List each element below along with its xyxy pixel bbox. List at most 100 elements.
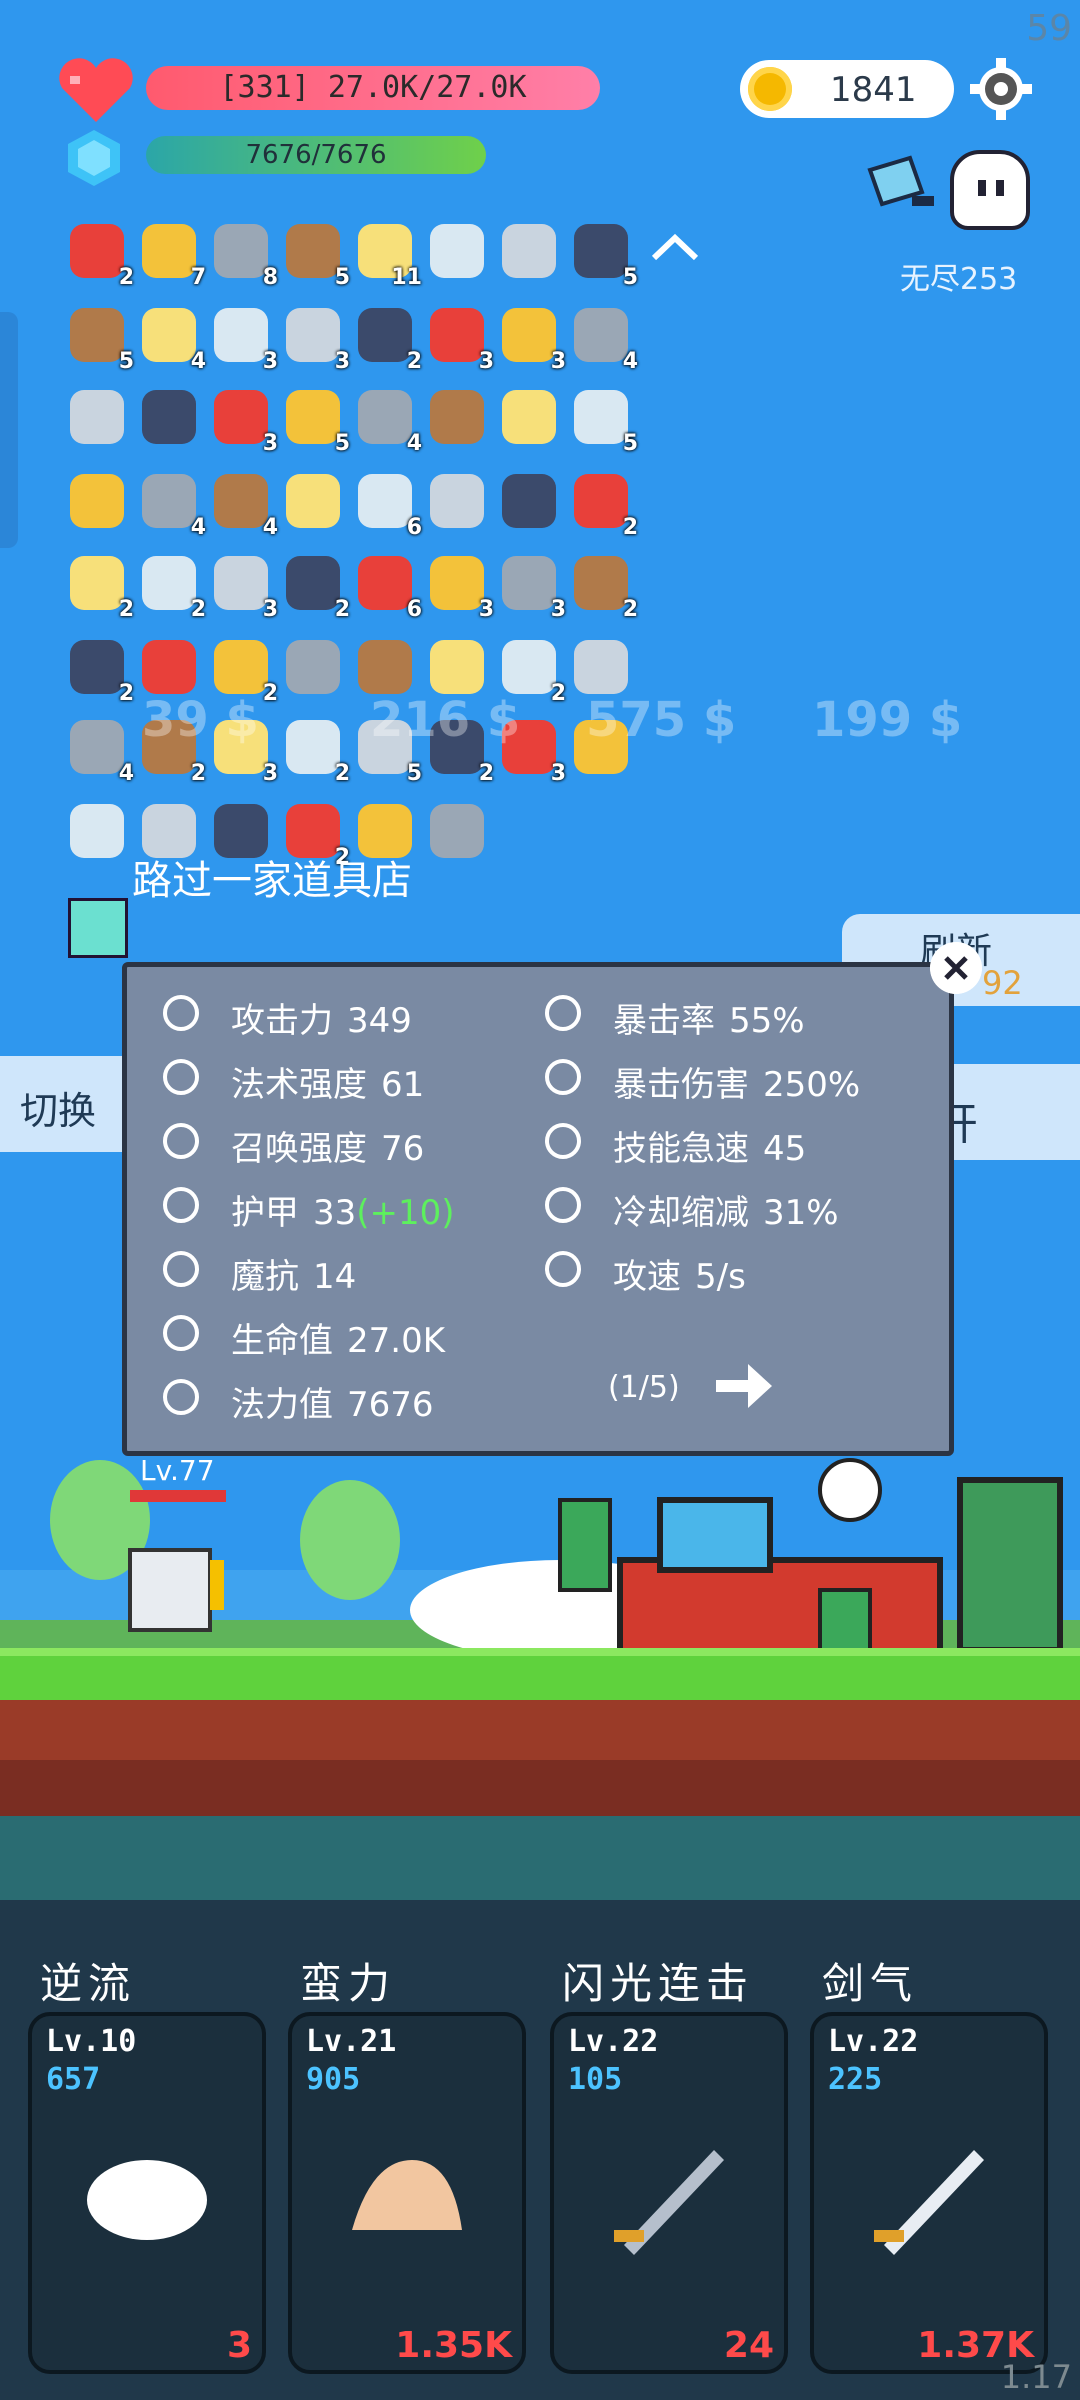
item-count: 3 bbox=[262, 761, 278, 786]
skill-card[interactable]: Lv.22 225 1.37K bbox=[810, 2012, 1048, 2374]
sword-icon[interactable]: 8 bbox=[210, 220, 278, 290]
orbs-icon[interactable]: 2 bbox=[138, 552, 206, 622]
stat-label: 攻击力 bbox=[231, 1001, 333, 1041]
item-sprite bbox=[502, 556, 556, 610]
green-spirit-icon[interactable] bbox=[354, 636, 416, 698]
item-sprite bbox=[574, 390, 628, 444]
item-sprite bbox=[574, 224, 628, 278]
chain-icon[interactable] bbox=[138, 386, 200, 448]
cake-flag-icon[interactable]: 2 bbox=[66, 636, 134, 706]
shield-icon[interactable]: 2 bbox=[354, 304, 422, 374]
item-count: 3 bbox=[478, 597, 494, 622]
flask-icon[interactable]: 2 bbox=[282, 716, 350, 786]
heart-icon[interactable]: 3 bbox=[426, 552, 494, 622]
robe-icon[interactable]: 4 bbox=[210, 470, 278, 540]
chevron-up-icon[interactable] bbox=[650, 232, 700, 262]
skull-book-icon[interactable] bbox=[282, 636, 344, 698]
blue-scroll-icon[interactable] bbox=[426, 386, 488, 448]
bat-icon[interactable] bbox=[138, 636, 200, 698]
crystal-ball-icon[interactable]: 2 bbox=[210, 636, 278, 706]
golden-egg-icon[interactable]: 7 bbox=[138, 220, 206, 290]
item-sprite bbox=[142, 556, 196, 610]
item-sprite bbox=[502, 640, 556, 694]
star-card-icon[interactable]: 11 bbox=[354, 220, 422, 290]
skill-count: 1.35K bbox=[395, 2325, 512, 2366]
dice-icon[interactable]: 3 bbox=[210, 386, 278, 456]
item-sprite bbox=[358, 640, 412, 694]
item-count: 5 bbox=[334, 431, 350, 456]
skill-card[interactable]: Lv.10 657 3 bbox=[28, 2012, 266, 2374]
sapphire-icon[interactable] bbox=[426, 470, 488, 532]
cleaver-icon[interactable] bbox=[860, 150, 940, 220]
viking-helmet-icon[interactable] bbox=[498, 386, 560, 448]
book-icon[interactable]: 2 bbox=[282, 552, 350, 622]
flower-icon[interactable]: 5 bbox=[570, 386, 638, 456]
item-sprite bbox=[214, 556, 268, 610]
envelope-icon[interactable] bbox=[570, 636, 632, 698]
stat-value: 45 bbox=[763, 1129, 807, 1169]
item-count: 5 bbox=[118, 349, 134, 374]
boss-ghost-icon[interactable] bbox=[950, 150, 1030, 230]
bow-icon[interactable]: 4 bbox=[354, 386, 422, 456]
ice-cream-icon[interactable]: 5 bbox=[282, 386, 350, 456]
item-count: 2 bbox=[190, 761, 206, 786]
noose-icon[interactable]: 2 bbox=[498, 636, 566, 706]
ghost-icon[interactable]: 2 bbox=[570, 470, 638, 540]
lightbulb-icon[interactable] bbox=[68, 898, 128, 958]
spiked-mace-icon[interactable]: 4 bbox=[138, 304, 206, 374]
stats-page-indicator: (1/5) bbox=[608, 1370, 680, 1405]
pineapple-icon[interactable]: 3 bbox=[498, 552, 566, 622]
tombstone-icon[interactable]: 4 bbox=[66, 716, 134, 786]
switch-button[interactable]: 切换 bbox=[0, 1056, 140, 1152]
round-shield-icon[interactable]: 5 bbox=[282, 220, 350, 290]
playing-card-icon[interactable]: 3 bbox=[210, 304, 278, 374]
safety-pin-icon[interactable] bbox=[426, 220, 488, 282]
gear-icon[interactable] bbox=[968, 56, 1034, 122]
item-sprite bbox=[502, 474, 556, 528]
item-sprite bbox=[70, 556, 124, 610]
cloud-icon[interactable]: 3 bbox=[210, 552, 278, 622]
item-count: 4 bbox=[622, 349, 638, 374]
coin-stack-icon[interactable] bbox=[426, 800, 488, 862]
coconut-icon[interactable]: 6 bbox=[354, 552, 422, 622]
skill-cost: 905 bbox=[306, 2062, 361, 2097]
skill-count: 3 bbox=[226, 2325, 252, 2366]
item-sprite bbox=[574, 640, 628, 694]
next-arrow-icon[interactable] bbox=[712, 1358, 776, 1414]
skill-card[interactable]: Lv.21 905 1.35K bbox=[288, 2012, 526, 2374]
purple-box-icon[interactable] bbox=[282, 470, 344, 532]
battery-icon[interactable] bbox=[66, 800, 128, 862]
skill-name: 剑气 bbox=[822, 1959, 919, 2008]
item-count: 5 bbox=[406, 761, 422, 786]
apple-icon[interactable]: 2 bbox=[66, 220, 134, 290]
item-sprite bbox=[286, 556, 340, 610]
item-count: 2 bbox=[118, 681, 134, 706]
side-drawer-tab[interactable] bbox=[0, 312, 18, 548]
skill-level: Lv.22 bbox=[828, 2024, 919, 2059]
jam-jar-icon[interactable] bbox=[66, 386, 128, 448]
clipboard-icon[interactable] bbox=[426, 636, 488, 698]
skill-card[interactable]: Lv.22 105 24 bbox=[550, 2012, 788, 2374]
target-icon[interactable]: 4 bbox=[138, 470, 206, 540]
treasure-map-icon[interactable]: 2 bbox=[66, 552, 134, 622]
hand-icon[interactable] bbox=[66, 470, 128, 532]
pill-icon[interactable]: 3 bbox=[426, 304, 494, 374]
short-sword-icon[interactable] bbox=[498, 220, 560, 282]
shop-price: 199 $ bbox=[812, 692, 963, 748]
scroll-icon[interactable]: 3 bbox=[282, 304, 350, 374]
dagger-icon[interactable]: 5 bbox=[570, 220, 638, 290]
close-icon[interactable] bbox=[930, 942, 982, 994]
item-count: 2 bbox=[334, 597, 350, 622]
item-sprite bbox=[502, 390, 556, 444]
strawberry-icon[interactable]: 2 bbox=[570, 552, 638, 622]
skill-cost: 225 bbox=[828, 2062, 883, 2097]
money-heart-icon[interactable]: 6 bbox=[354, 470, 422, 540]
item-sprite bbox=[70, 390, 124, 444]
battle-axe-icon[interactable]: 3 bbox=[498, 304, 566, 374]
potion-bottle-icon[interactable]: 4 bbox=[570, 304, 638, 374]
sunflower-icon[interactable] bbox=[498, 470, 560, 532]
mana-gem-icon bbox=[68, 130, 120, 186]
stat-value: 250% bbox=[763, 1065, 861, 1105]
speech-bubble-icon[interactable]: 5 bbox=[66, 304, 134, 374]
stat-value: 61 bbox=[381, 1065, 425, 1105]
